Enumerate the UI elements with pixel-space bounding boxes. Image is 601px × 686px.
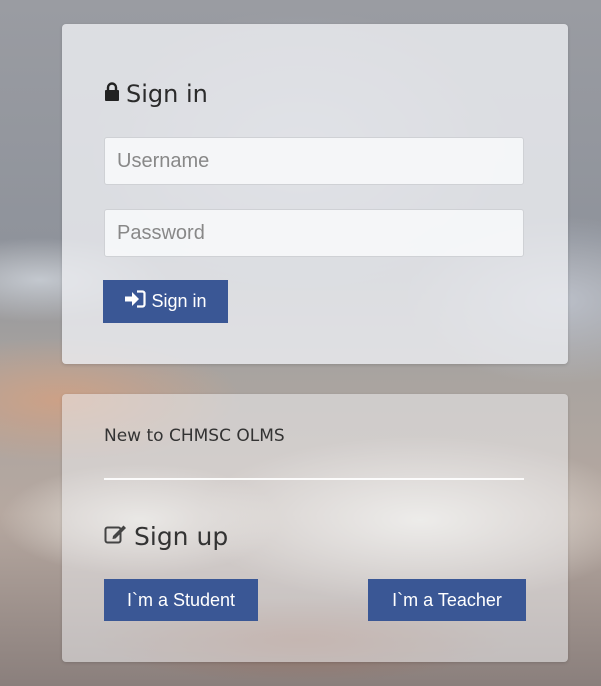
signup-title: Sign up [134, 522, 229, 551]
signin-button[interactable]: Sign in [103, 280, 228, 323]
signin-button-label: Sign in [151, 291, 207, 311]
signup-heading: Sign up [104, 522, 228, 551]
teacher-signup-button[interactable]: I`m a Teacher [368, 579, 526, 621]
student-signup-button[interactable]: I`m a Student [104, 579, 258, 621]
username-input[interactable] [104, 137, 524, 185]
signin-heading: Sign in [104, 80, 208, 108]
signup-panel: New to CHMSC OLMS Sign up I`m a Student … [62, 394, 568, 662]
lock-icon [104, 80, 126, 108]
divider [104, 478, 524, 480]
signin-panel: Sign in Sign in [62, 24, 568, 364]
edit-icon [104, 522, 134, 551]
new-to-text: New to CHMSC OLMS [104, 426, 285, 446]
signin-title: Sign in [126, 80, 208, 108]
password-input[interactable] [104, 209, 524, 257]
sign-in-arrow-icon [124, 290, 151, 313]
